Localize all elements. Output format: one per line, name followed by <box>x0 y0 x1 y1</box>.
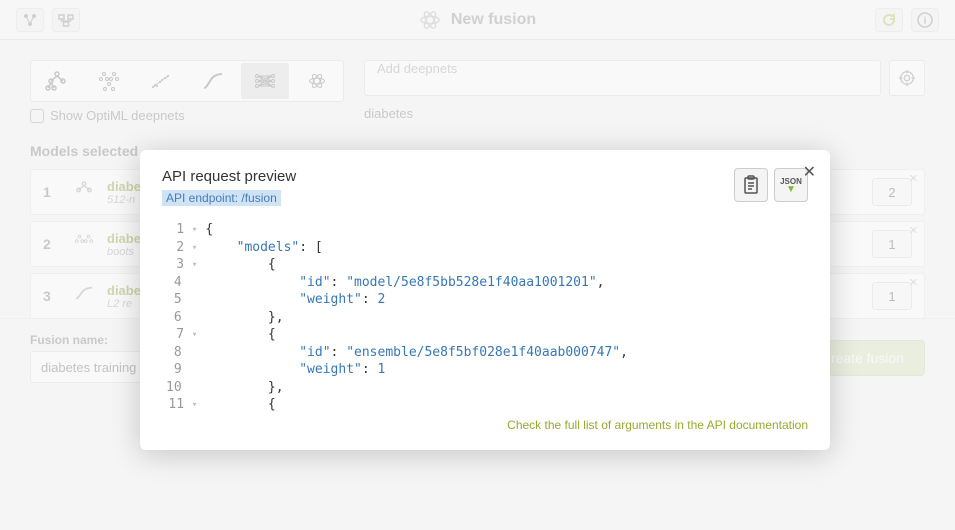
row-number: 2 <box>43 236 61 252</box>
nav-icon-1[interactable] <box>16 8 44 32</box>
tab-deepnet[interactable] <box>241 63 289 99</box>
modal-title: API request preview <box>162 168 296 185</box>
api-endpoint-label: API endpoint: /fusion <box>162 190 281 206</box>
weight-input[interactable]: 2 <box>872 178 912 206</box>
api-doc-link[interactable]: Check the full list of arguments in the … <box>162 418 808 432</box>
clipboard-icon[interactable] <box>734 168 768 202</box>
info-icon[interactable] <box>911 8 939 32</box>
show-optiml-checkbox[interactable] <box>30 109 44 123</box>
model-type-icon <box>73 285 95 308</box>
row-number: 1 <box>43 184 61 200</box>
model-type-icon <box>73 233 95 256</box>
refresh-icon[interactable] <box>875 8 903 32</box>
tab-tree[interactable] <box>33 63 81 99</box>
tab-linear[interactable] <box>189 63 237 99</box>
fusion-icon <box>419 9 441 31</box>
model-type-tabs <box>30 60 344 102</box>
create-fusion-label: Create fusion <box>821 350 904 366</box>
target-button[interactable] <box>889 60 925 96</box>
code-preview: 1 ▾ 2 ▾ 3 ▾ 4 5 6 7 ▾ 8 9 10 11 ▾ { "mod… <box>162 217 808 414</box>
weight-input[interactable]: 1 <box>872 230 912 258</box>
tab-logistic[interactable] <box>137 63 185 99</box>
show-optiml-row[interactable]: Show OptiML deepnets <box>30 108 344 123</box>
page-title-text: New fusion <box>451 11 536 29</box>
search-sub-label: diabetes <box>364 106 925 121</box>
show-optiml-label: Show OptiML deepnets <box>50 108 185 123</box>
tab-ensemble[interactable] <box>85 63 133 99</box>
page-title: New fusion <box>419 9 536 31</box>
api-preview-modal: ✕ API request preview API endpoint: /fus… <box>140 150 830 450</box>
search-input[interactable]: Add deepnets <box>364 60 881 96</box>
remove-row-icon[interactable]: ✕ <box>909 224 918 237</box>
remove-row-icon[interactable]: ✕ <box>909 172 918 185</box>
nav-icon-2[interactable] <box>52 8 80 32</box>
row-number: 3 <box>43 288 61 304</box>
remove-row-icon[interactable]: ✕ <box>909 276 918 289</box>
top-bar: New fusion <box>0 0 955 40</box>
model-type-icon <box>73 181 95 204</box>
weight-input[interactable]: 1 <box>872 282 912 310</box>
close-icon[interactable]: ✕ <box>803 162 816 182</box>
tab-fusion[interactable] <box>293 63 341 99</box>
